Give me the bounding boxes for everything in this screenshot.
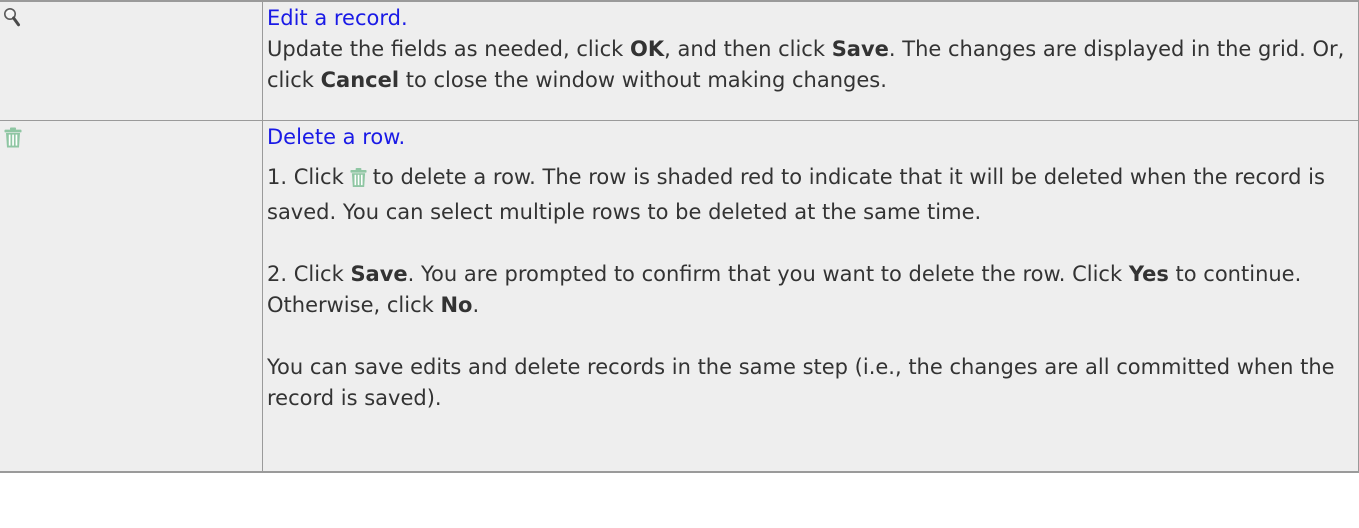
description-cell: Delete a row. 1. Click to delete a row. …	[262, 120, 1359, 473]
bold-ok: OK	[629, 37, 665, 61]
inline-trash-icon-wrap	[350, 166, 367, 197]
bold-save: Save	[350, 262, 408, 286]
bold-no: No	[440, 293, 473, 317]
bold-cancel: Cancel	[320, 68, 400, 92]
bold-save: Save	[831, 37, 889, 61]
icon-wrap	[0, 121, 262, 157]
bold-yes: Yes	[1128, 262, 1169, 286]
delete-note: You can save edits and delete records in…	[267, 355, 1335, 410]
help-table-wrapper: Edit a record. Update the fields as need…	[0, 0, 1359, 473]
trash-icon	[350, 168, 367, 187]
text-run: to delete a row. The row is shaded red t…	[267, 165, 1325, 224]
text-run: 1. Click	[267, 165, 344, 189]
delete-row-link[interactable]: Delete a row.	[267, 121, 1352, 153]
delete-step-2: 2. Click Save. You are prompted to confi…	[267, 259, 1352, 321]
text-run: 2. Click	[267, 262, 351, 286]
icon-cell	[0, 120, 263, 473]
delete-step-1: 1. Click to delete a row. The row is sha…	[267, 162, 1352, 228]
magnifier-icon[interactable]	[3, 7, 21, 27]
edit-record-link[interactable]: Edit a record.	[267, 2, 1352, 34]
icon-cell	[0, 0, 263, 121]
text-run: Update the fields as needed, click	[267, 37, 630, 61]
help-table: Edit a record. Update the fields as need…	[0, 0, 1359, 473]
edit-instructions: Update the fields as needed, click OK, a…	[267, 34, 1352, 96]
text-run: , and then click	[664, 37, 832, 61]
text-run: .	[472, 293, 480, 317]
table-row-edit: Edit a record. Update the fields as need…	[0, 0, 1359, 121]
description-cell: Edit a record. Update the fields as need…	[262, 0, 1359, 121]
table-row-delete: Delete a row. 1. Click to delete a row. …	[0, 120, 1359, 473]
text-run: to close the window without making chang…	[399, 68, 887, 92]
icon-wrap	[0, 2, 262, 36]
trash-icon[interactable]	[4, 127, 22, 148]
text-run: . You are prompted to confirm that you w…	[407, 262, 1129, 286]
